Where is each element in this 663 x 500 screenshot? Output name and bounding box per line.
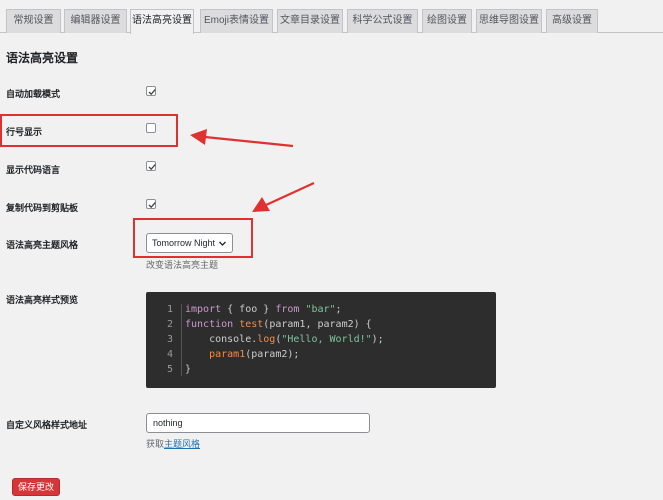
section-title: 语法高亮设置 — [6, 51, 79, 65]
code-token: { foo } — [221, 304, 276, 315]
code-token: import — [185, 304, 222, 315]
theme-label: 语法高亮主题风格 — [6, 240, 79, 250]
code-line: } — [185, 364, 191, 375]
code-token: (param2); — [245, 349, 300, 360]
custom-url-label: 自定义风格样式地址 — [6, 420, 88, 430]
code-line: param1(param2); — [185, 349, 299, 360]
auto-load-label: 自动加载模式 — [6, 89, 61, 99]
code-token: (param1, param2) { — [263, 319, 372, 330]
tab-drawing[interactable]: 绘图设置 — [422, 9, 472, 33]
auto-load-checkbox[interactable] — [146, 86, 156, 96]
tab-mindmap[interactable]: 思维导图设置 — [476, 9, 542, 33]
code-token: log — [257, 334, 276, 345]
annotation-box-theme — [133, 218, 253, 258]
show-language-checkbox[interactable] — [146, 161, 156, 171]
custom-url-hint-prefix: 获取 — [146, 439, 165, 449]
tab-math[interactable]: 科学公式设置 — [347, 9, 418, 33]
line-number: 1 — [166, 304, 173, 315]
tab-editor[interactable]: 编辑器设置 — [64, 9, 127, 33]
code-token: test — [239, 319, 264, 330]
arrow-to-line-numbers — [190, 129, 294, 148]
line-number: 5 — [166, 364, 173, 375]
code-preview: 1 2 3 4 5 import { foo } from "bar"; fun… — [146, 292, 496, 388]
code-token: console. — [185, 334, 258, 345]
copy-code-checkbox[interactable] — [146, 199, 156, 209]
custom-url-hint: 获取主题风格 — [146, 437, 200, 450]
code-token: "Hello, World!" — [281, 334, 372, 345]
save-changes-button[interactable]: 保存更改 — [12, 478, 60, 496]
code-token: function — [185, 319, 234, 330]
code-token: } — [185, 364, 192, 375]
theme-style-link[interactable]: 主题风格 — [164, 439, 200, 449]
theme-hint: 改变语法高亮主题 — [146, 260, 219, 270]
settings-tabs: 常规设置 编辑器设置 语法高亮设置 Emoji表情设置 文章目录设置 科学公式设… — [0, 0, 663, 34]
annotation-box-line-numbers — [0, 114, 178, 147]
tab-syntax-highlight[interactable]: 语法高亮设置 — [130, 9, 194, 34]
code-token: param1 — [209, 349, 246, 360]
tab-emoji[interactable]: Emoji表情设置 — [200, 9, 273, 33]
code-token: ); — [371, 334, 384, 345]
line-number: 3 — [166, 334, 173, 345]
show-language-label: 显示代码语言 — [6, 165, 61, 175]
code-line: function test(param1, param2) { — [185, 319, 372, 330]
line-number: 4 — [166, 349, 173, 360]
checkmark-icon — [148, 164, 156, 171]
custom-url-input[interactable]: nothing — [146, 413, 370, 433]
code-token: from — [275, 304, 300, 315]
code-gutter: 1 2 3 4 5 — [146, 304, 182, 376]
code-token: "bar" — [305, 304, 336, 315]
copy-code-label: 复制代码到剪贴板 — [6, 203, 79, 213]
line-number: 2 — [166, 319, 173, 330]
code-line: console.log("Hello, World!"); — [185, 334, 384, 345]
preview-label: 语法高亮样式预览 — [6, 295, 79, 305]
checkmark-icon — [148, 202, 156, 209]
tab-general[interactable]: 常规设置 — [6, 9, 61, 33]
code-line: import { foo } from "bar"; — [185, 304, 342, 315]
arrow-to-theme — [252, 182, 315, 212]
code-token: ; — [335, 304, 342, 315]
tab-advanced[interactable]: 高级设置 — [546, 9, 598, 33]
tab-toc[interactable]: 文章目录设置 — [277, 9, 343, 33]
checkmark-icon — [148, 89, 156, 96]
